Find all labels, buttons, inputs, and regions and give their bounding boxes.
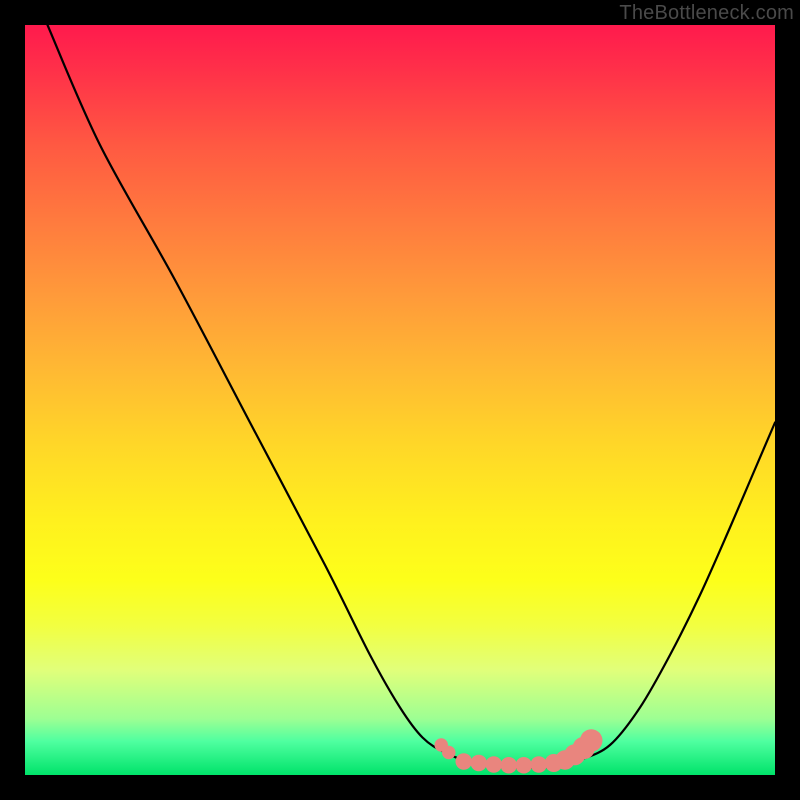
- curve-line: [48, 25, 776, 768]
- chart-frame: TheBottleneck.com: [0, 0, 800, 800]
- highlight-dot: [471, 755, 488, 772]
- highlight-markers: [435, 729, 603, 773]
- highlight-dot: [501, 757, 518, 774]
- highlight-dot: [580, 729, 603, 752]
- highlight-dot: [486, 756, 503, 773]
- highlight-dot: [531, 756, 548, 773]
- highlight-dot: [442, 746, 456, 760]
- watermark-text: TheBottleneck.com: [619, 2, 794, 25]
- highlight-dot: [456, 753, 473, 770]
- chart-svg: [25, 25, 775, 775]
- plot-area: [25, 25, 775, 775]
- highlight-dot: [516, 757, 533, 774]
